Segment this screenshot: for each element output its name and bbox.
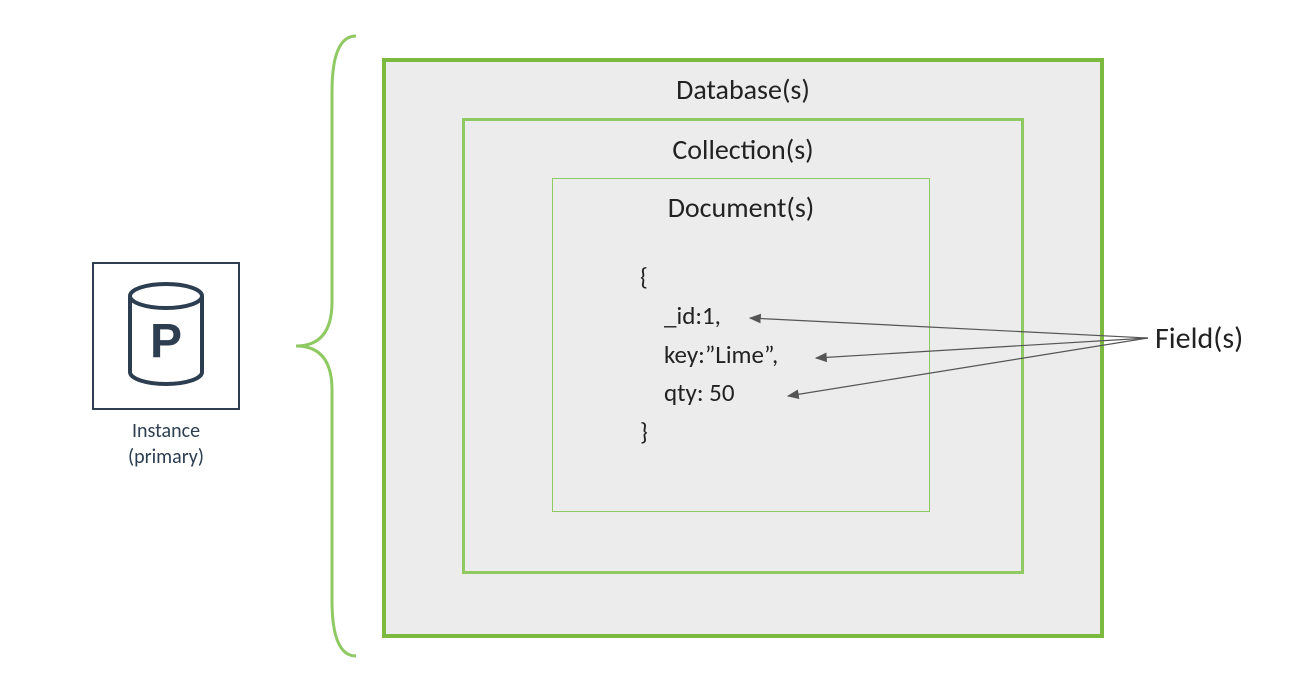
instance-box: P (92, 262, 240, 410)
curly-brace-icon (288, 32, 358, 660)
database-label: Database(s) (382, 72, 1104, 107)
json-field-qty: qty: 50 (640, 374, 778, 413)
document-label: Document(s) (552, 190, 930, 225)
fields-label: Field(s) (1155, 320, 1243, 357)
json-block: { _id:1, key:”Lime”, qty: 50 } (640, 258, 778, 452)
database-primary-icon: P (123, 282, 209, 391)
instance-label: Instance (primary) (92, 418, 240, 470)
json-open-brace: { (640, 258, 778, 297)
json-field-id: _id:1, (640, 297, 778, 336)
instance-label-line1: Instance (92, 418, 240, 444)
json-field-key: key:”Lime”, (640, 336, 778, 375)
collection-label: Collection(s) (462, 132, 1024, 167)
json-close-brace: } (640, 413, 778, 452)
instance-label-line2: (primary) (92, 444, 240, 470)
svg-text:P: P (150, 315, 182, 368)
